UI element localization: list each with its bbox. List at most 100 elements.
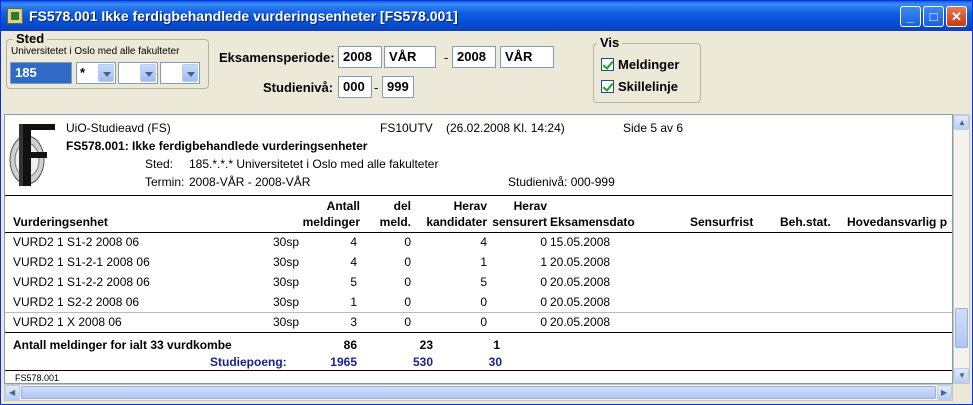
report-view[interactable]: UiO-Studieavd (FS) FS10UTV (26.02.2008 K… <box>4 114 953 384</box>
cell-kand: 0 <box>480 295 487 309</box>
header-divider <box>5 195 952 196</box>
col-del-2: meld. <box>379 215 411 229</box>
eksamen-separator: - <box>444 50 449 65</box>
vertical-scroll-thumb[interactable] <box>955 308 968 348</box>
cell-del: 0 <box>404 295 411 309</box>
eksamen-to-term[interactable]: VÅR <box>500 46 554 68</box>
cell-antall: 1 <box>350 295 357 309</box>
report-page: Side 5 av 6 <box>623 121 684 135</box>
window-title: FS578.001 Ikke ferdigbehandlede vurderin… <box>29 8 458 24</box>
studieniva-to[interactable]: 999 <box>382 76 414 98</box>
total-antall: 86 <box>343 338 357 352</box>
studieniva-from[interactable]: 000 <box>338 76 372 98</box>
total-kand: 1 <box>493 338 500 352</box>
sted-combo-2[interactable] <box>118 62 158 84</box>
meldinger-label[interactable]: Meldinger <box>618 57 679 72</box>
vis-group <box>593 43 701 103</box>
meldinger-checkbox[interactable] <box>601 58 614 71</box>
cell-antall: 3 <box>350 315 357 329</box>
skillelinje-label[interactable]: Skillelinje <box>618 79 678 94</box>
report-termin-label: Termin: <box>145 175 185 189</box>
title-bar[interactable]: FS578.001 Ikke ferdigbehandlede vurderin… <box>1 1 972 31</box>
cell-antall: 4 <box>350 235 357 249</box>
cell-del: 0 <box>404 255 411 269</box>
report-termin-value: 2008-VÅR - 2008-VÅR <box>189 175 311 189</box>
vertical-scrollbar[interactable]: ▲ ▼ <box>953 114 970 384</box>
cell-kand: 1 <box>480 255 487 269</box>
close-button[interactable]: ✕ <box>946 6 967 27</box>
main-window: FS578.001 Ikke ferdigbehandlede vurderin… <box>0 0 973 405</box>
col-herav-kand-1: Herav <box>453 199 487 213</box>
col-vurderingsenhet: Vurderingsenhet <box>13 215 108 229</box>
cell-kand: 4 <box>480 235 487 249</box>
cell-dato: 20.05.2008 <box>550 295 611 309</box>
cell-vurd: VURD2 1 S2-2 2008 06 <box>13 295 140 309</box>
chevron-up-icon: ▲ <box>958 118 966 127</box>
totals-divider <box>5 332 952 333</box>
sted-combo-1-value: * <box>80 65 86 80</box>
sted-combo-3[interactable] <box>160 62 200 84</box>
cell-antall: 4 <box>350 255 357 269</box>
studiepoeng-label: Studiepoeng: <box>210 355 287 369</box>
chevron-down-icon[interactable] <box>98 64 114 82</box>
col-herav-kand-2: kandidater <box>426 215 487 229</box>
cell-dato: 20.05.2008 <box>550 275 611 289</box>
cell-sens: 0 <box>540 235 547 249</box>
studiepoeng-kand: 30 <box>488 355 502 369</box>
minimize-button[interactable]: _ <box>900 6 921 27</box>
chevron-down-icon: ▼ <box>958 371 966 380</box>
studieniva-label: Studienivå: <box>263 80 334 95</box>
chevron-down-icon[interactable] <box>140 64 156 82</box>
col-antall-2: meldinger <box>302 215 360 229</box>
horizontal-scroll-thumb[interactable] <box>21 386 936 399</box>
cell-vurd: VURD2 1 S1-2 2008 06 <box>13 235 140 249</box>
eksamen-label: Eksamensperiode: <box>219 50 335 65</box>
studiepoeng-del: 530 <box>412 355 433 369</box>
total-del: 23 <box>419 338 433 352</box>
total-label: Antall meldinger for ialt 33 vurdkombe <box>13 338 232 352</box>
maximize-button[interactable]: □ <box>923 6 944 27</box>
eksamen-to-year[interactable]: 2008 <box>452 46 496 68</box>
cell-antall: 5 <box>350 275 357 289</box>
cell-del: 0 <box>404 235 411 249</box>
cell-kand: 0 <box>480 315 487 329</box>
cell-sens: 0 <box>540 295 547 309</box>
scroll-down-button[interactable]: ▼ <box>954 368 969 383</box>
sted-code-input[interactable]: 185 <box>10 62 72 84</box>
col-behstat: Beh.stat. <box>780 215 831 229</box>
cell-dato: 20.05.2008 <box>550 315 611 329</box>
eksamen-from-year[interactable]: 2008 <box>338 46 382 68</box>
cell-vurd: VURD2 1 S1-2-1 2008 06 <box>13 255 150 269</box>
report-sted-label: Sted: <box>145 157 174 171</box>
col-herav-sens-2: sensurert <box>492 215 547 229</box>
horizontal-scrollbar[interactable]: ◀ ▶ <box>4 384 953 401</box>
cell-sens: 0 <box>540 315 547 329</box>
sted-combo-1[interactable]: * <box>76 62 116 84</box>
report-sted-value: 185.*.*.* Universitetet i Oslo med alle … <box>189 157 439 171</box>
col-herav-sens-1: Herav <box>513 199 547 213</box>
cell-kand: 5 <box>480 275 487 289</box>
studieniva-separator: - <box>374 80 379 95</box>
sted-label: Sted <box>13 31 48 46</box>
cell-sens: 0 <box>540 275 547 289</box>
footer-divider <box>5 370 952 371</box>
skillelinje-checkbox[interactable] <box>601 80 614 93</box>
chevron-down-icon[interactable] <box>182 64 198 82</box>
scroll-right-button[interactable]: ▶ <box>937 385 952 400</box>
col-eksamensdato: Eksamensdato <box>550 215 635 229</box>
cell-vurd: VURD2 1 X 2008 06 <box>13 315 122 329</box>
app-icon[interactable] <box>7 8 23 24</box>
scroll-up-button[interactable]: ▲ <box>954 115 969 130</box>
report-studieniva: Studienivå: 000-999 <box>508 175 615 189</box>
uio-logo <box>9 124 55 186</box>
chevron-right-icon: ▶ <box>941 388 948 397</box>
studiepoeng-antall: 1965 <box>330 355 357 369</box>
chevron-left-icon: ◀ <box>9 388 16 397</box>
eksamen-from-term[interactable]: VÅR <box>384 46 436 68</box>
cell-dato: 15.05.2008 <box>550 235 611 249</box>
report-code: FS10UTV <box>380 121 433 135</box>
scroll-left-button[interactable]: ◀ <box>5 385 20 400</box>
report-title: FS578.001: Ikke ferdigbehandlede vurderi… <box>66 139 368 153</box>
cell-dato: 20.05.2008 <box>550 255 611 269</box>
cell-sens: 1 <box>540 255 547 269</box>
